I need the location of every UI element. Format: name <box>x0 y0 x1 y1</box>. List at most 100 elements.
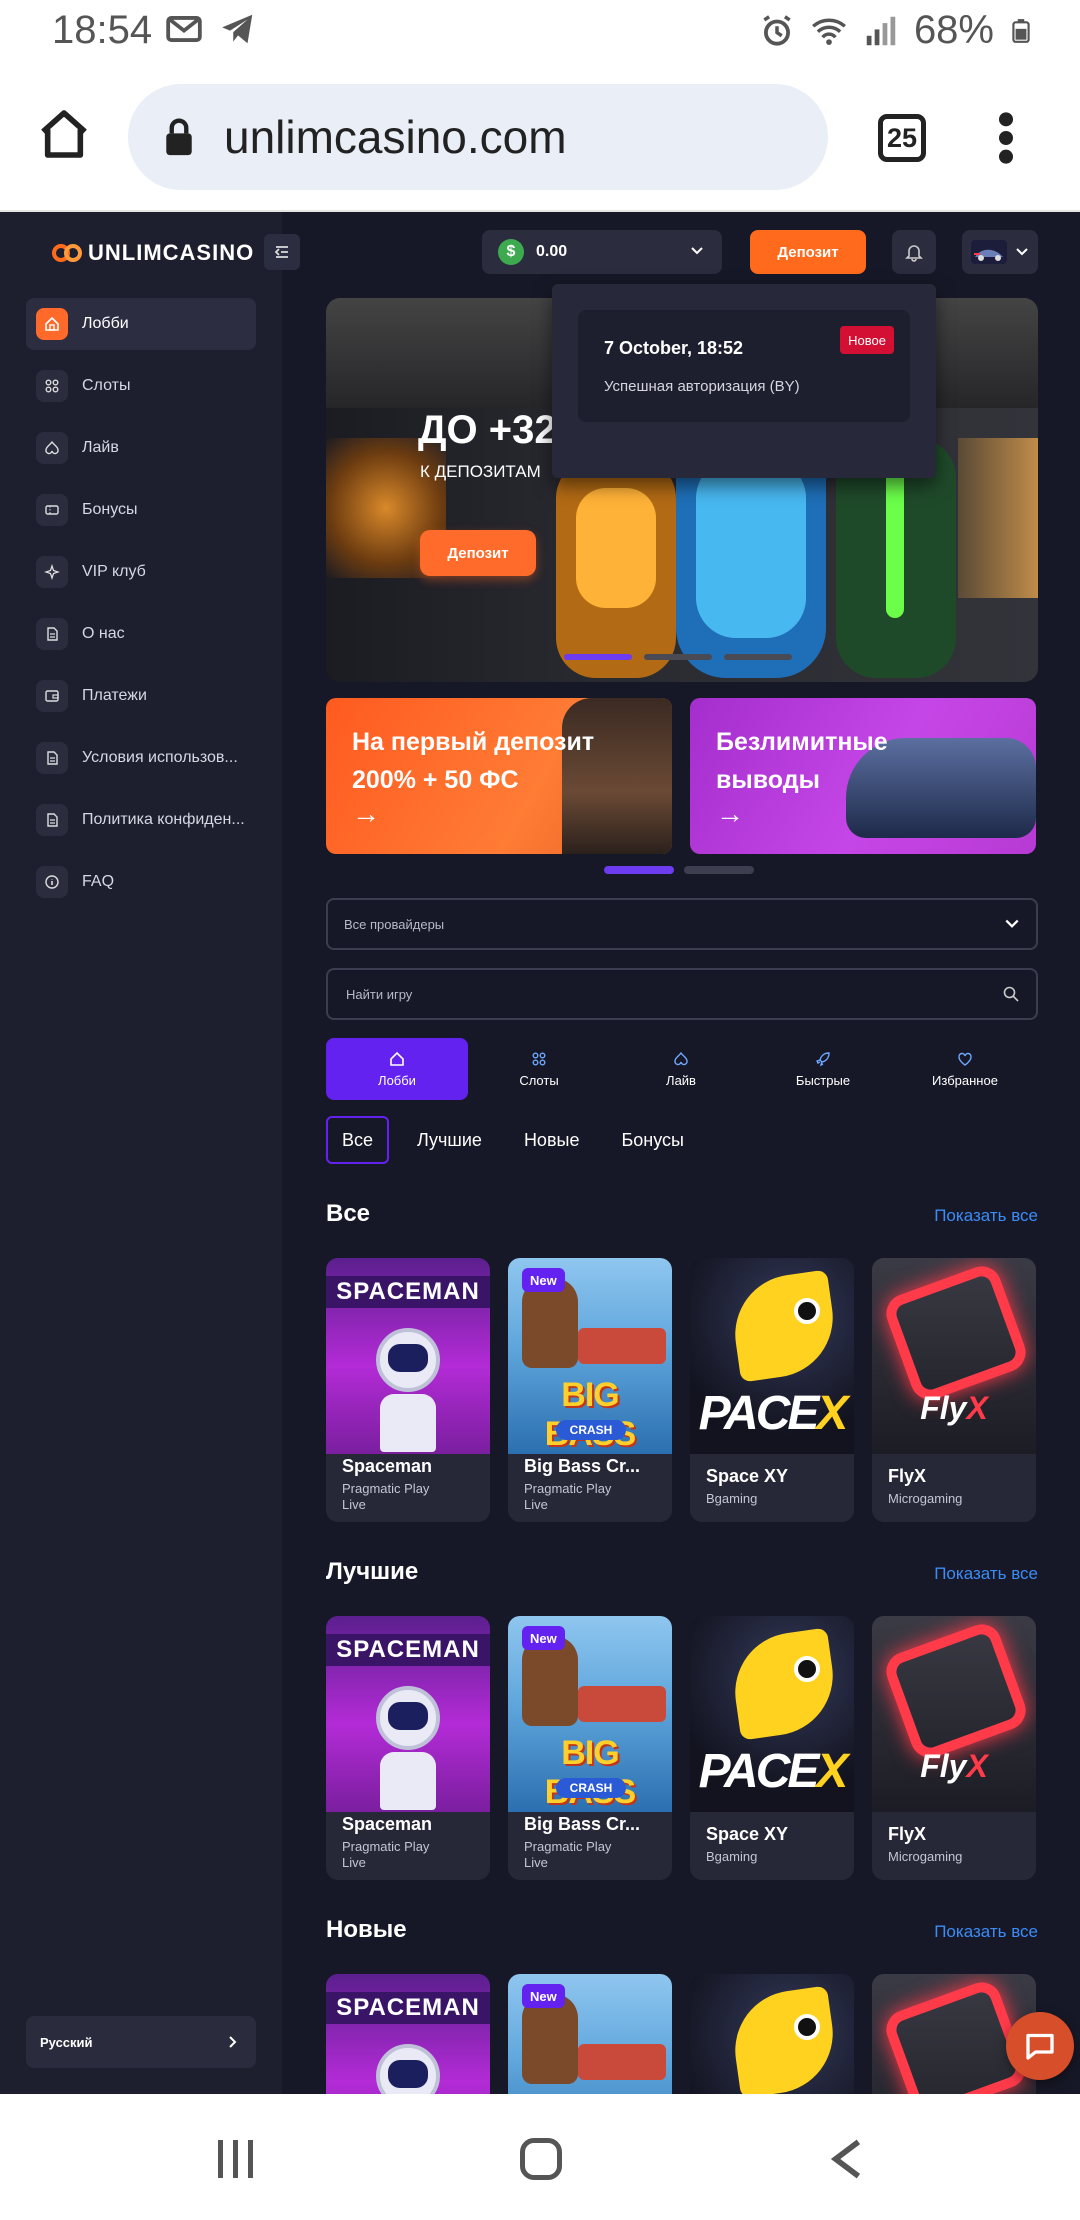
back-icon[interactable] <box>828 2138 866 2180</box>
balance-amount: 0.00 <box>536 243 568 260</box>
tab-switcher-button[interactable]: 25 <box>878 114 926 162</box>
deposit-button[interactable]: Депозит <box>750 230 866 274</box>
game-card-spaceman[interactable]: SPACEMAN <box>326 1974 490 2094</box>
carousel-dot[interactable] <box>644 654 712 660</box>
carousel-dot[interactable] <box>604 866 674 874</box>
tab-slots[interactable]: Слоты <box>468 1038 610 1100</box>
promo-title-line2: 200% + 50 ФС <box>352 765 519 794</box>
game-thumbnail: BIG BASS CRASH New <box>508 1258 672 1454</box>
arrow-right-icon: → <box>352 798 380 829</box>
bell-icon <box>905 245 923 262</box>
chat-icon <box>1026 2033 1054 2060</box>
sidebar-item-label: Лайв <box>82 439 119 456</box>
sidebar-item-lobby[interactable]: Лобби <box>26 298 256 350</box>
browser-home-icon[interactable] <box>36 106 92 162</box>
system-home-button[interactable] <box>520 2138 562 2180</box>
filter-tabs: Все Лучшие Новые Бонусы <box>326 1116 698 1164</box>
grid-icon <box>532 1052 546 1065</box>
game-provider: Microgaming <box>888 1849 963 1864</box>
section-title-new: Новые <box>326 1916 407 1943</box>
sidebar-item-about[interactable]: О нас <box>26 608 256 660</box>
game-card-big-bass-crash[interactable]: New <box>508 1974 672 2094</box>
notifications-button[interactable] <box>892 230 936 274</box>
collapse-sidebar-button[interactable] <box>264 234 300 270</box>
document-icon <box>36 742 68 774</box>
game-card-spaceman[interactable]: SPACEMAN Spaceman Pragmatic Play Live <box>326 1616 490 1880</box>
document-icon <box>36 804 68 836</box>
show-all-link[interactable]: Показать все <box>934 1564 1038 1584</box>
game-card-big-bass-crash[interactable]: BIG BASS CRASH New Big Bass Cr... Pragma… <box>508 1258 672 1522</box>
sidebar-item-live[interactable]: Лайв <box>26 422 256 474</box>
casino-app: UNLIMCASINO Лобби Слоты Лайв Бонусы VIP … <box>0 212 1080 2094</box>
games-row-new: SPACEMAN New <box>326 1974 1036 2094</box>
battery-percent: 68% <box>913 8 994 52</box>
providers-select[interactable]: Все провайдеры <box>326 898 1038 950</box>
sidebar-item-label: Платежи <box>82 687 147 704</box>
filter-tab-bonuses[interactable]: Бонусы <box>607 1116 698 1164</box>
promo-card-withdrawals[interactable]: Безлимитные выводы → <box>690 698 1036 854</box>
sidebar-item-faq[interactable]: FAQ <box>26 856 256 908</box>
tab-live[interactable]: Лайв <box>610 1038 752 1100</box>
game-card-space-xy[interactable] <box>690 1974 854 2094</box>
balance-dropdown[interactable]: $ 0.00 <box>482 230 722 274</box>
sidebar-item-bonuses[interactable]: Бонусы <box>26 484 256 536</box>
sidebar-item-privacy[interactable]: Политика конфиден... <box>26 794 256 846</box>
language-selector[interactable]: Русский <box>26 2016 256 2068</box>
game-provider: Microgaming <box>888 1491 963 1506</box>
sidebar-item-label: VIP клуб <box>82 563 146 580</box>
sidebar-item-slots[interactable]: Слоты <box>26 360 256 412</box>
show-all-link[interactable]: Показать все <box>934 1206 1038 1226</box>
sidebar-item-vip[interactable]: VIP клуб <box>26 546 256 598</box>
profile-button[interactable] <box>962 230 1038 274</box>
logo[interactable]: UNLIMCASINO <box>52 240 254 266</box>
sidebar-item-label: Условия использов... <box>82 749 238 766</box>
logo-text: UNLIMCASINO <box>88 240 255 265</box>
game-thumbnail <box>690 1974 854 2094</box>
recent-apps-button[interactable] <box>218 2140 253 2178</box>
collapse-icon <box>274 246 288 258</box>
hero-deposit-button[interactable]: Депозит <box>420 530 536 576</box>
notifications-popup: 7 October, 18:52 Новое Успешная авториза… <box>552 284 936 478</box>
promo-card-first-deposit[interactable]: На первый депозит 200% + 50 ФС → <box>326 698 672 854</box>
sidebar-item-terms[interactable]: Условия использов... <box>26 732 256 784</box>
tab-label: Лайв <box>666 1072 696 1088</box>
game-thumbnail: BIG BASS CRASH New <box>508 1616 672 1812</box>
tab-favorites[interactable]: Избранное <box>894 1038 1036 1100</box>
section-title-best: Лучшие <box>326 1558 419 1585</box>
game-card-flyx[interactable]: FlyX FlyX Microgaming <box>872 1258 1036 1522</box>
home-icon <box>36 308 68 340</box>
grid-icon <box>36 370 68 402</box>
support-chat-button[interactable] <box>1006 2012 1074 2080</box>
browser-menu-icon[interactable] <box>994 110 1018 166</box>
filter-tab-all[interactable]: Все <box>326 1116 390 1164</box>
game-card-big-bass-crash[interactable]: BIG BASS CRASH New Big Bass Cr... Pragma… <box>508 1616 672 1880</box>
game-provider: Pragmatic Play Live <box>524 1839 612 1870</box>
game-provider: Bgaming <box>706 1849 758 1864</box>
chevron-right-icon <box>229 2036 237 2048</box>
tab-lobby[interactable]: Лобби <box>326 1038 468 1100</box>
notification-item[interactable]: 7 October, 18:52 Новое Успешная авториза… <box>578 310 910 422</box>
filter-tab-new[interactable]: Новые <box>510 1116 594 1164</box>
providers-select-value: Все провайдеры <box>344 916 445 932</box>
game-thumbnail: SPACEMAN <box>326 1258 490 1454</box>
carousel-dot[interactable] <box>564 654 632 660</box>
filter-tab-best[interactable]: Лучшие <box>403 1116 496 1164</box>
carousel-dot[interactable] <box>684 866 754 874</box>
address-bar[interactable]: unlimcasino.com <box>128 84 828 190</box>
sidebar-item-label: FAQ <box>82 873 115 890</box>
sparkle-icon <box>36 556 68 588</box>
game-card-flyx[interactable]: FlyX FlyX Microgaming <box>872 1616 1036 1880</box>
signal-icon <box>866 16 896 45</box>
game-card-space-xy[interactable]: PACEX Space XY Bgaming <box>690 1258 854 1522</box>
tab-fast[interactable]: Быстрые <box>752 1038 894 1100</box>
game-card-space-xy[interactable]: PACEX Space XY Bgaming <box>690 1616 854 1880</box>
game-provider: Pragmatic Play Live <box>524 1481 612 1512</box>
carousel-dot[interactable] <box>724 654 792 660</box>
game-thumbnail: PACEX <box>690 1258 854 1454</box>
sidebar-item-label: Бонусы <box>82 501 138 518</box>
game-card-spaceman[interactable]: SPACEMAN Spaceman Pragmatic Play Live <box>326 1258 490 1522</box>
sidebar-item-payments[interactable]: Платежи <box>26 670 256 722</box>
sidebar-item-label: Слоты <box>82 377 131 394</box>
show-all-link[interactable]: Показать все <box>934 1922 1038 1942</box>
game-search-input[interactable]: Найти игру <box>326 968 1038 1020</box>
